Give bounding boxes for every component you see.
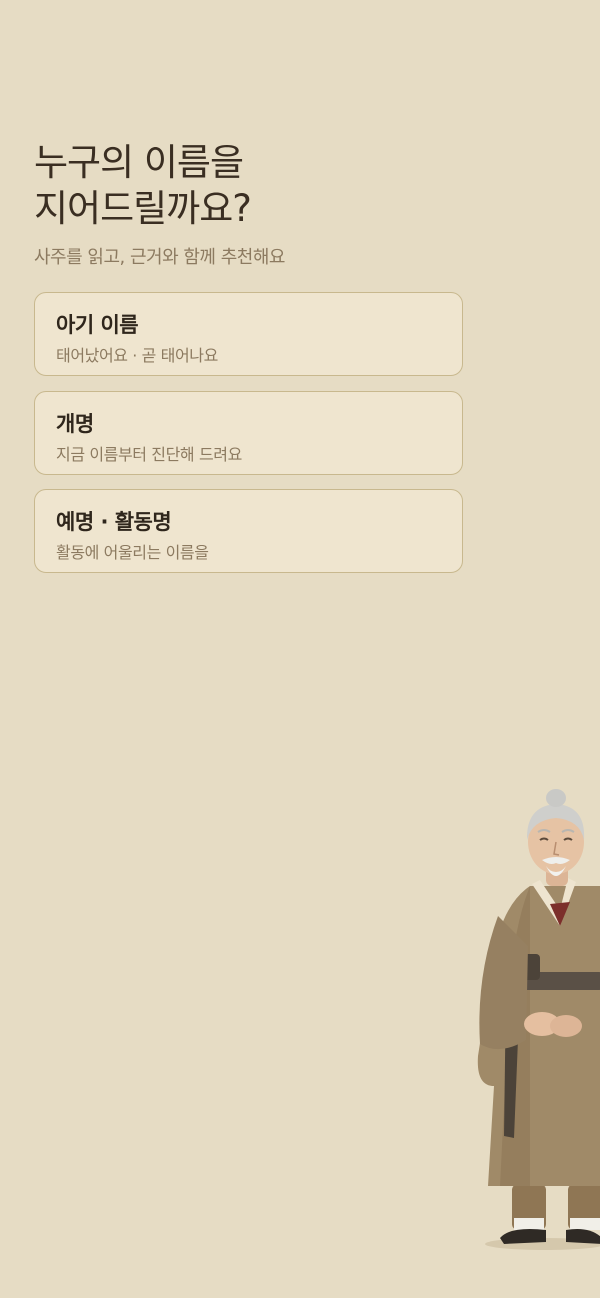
option-title: 아기 이름 bbox=[56, 313, 139, 337]
option-title: 예명 · 활동명 bbox=[56, 510, 172, 534]
option-description: 지금 이름부터 진단해 드려요 bbox=[56, 445, 242, 464]
naming-start-screen: 누구의 이름을 지어드릴까요? 사주를 읽고, 근거와 함께 추천해요 아기 이… bbox=[0, 0, 600, 1298]
page-title: 누구의 이름을 지어드릴까요? bbox=[34, 140, 252, 232]
option-rename-button[interactable]: 개명 지금 이름부터 진단해 드려요 bbox=[34, 391, 463, 475]
page-title-line-2: 지어드릴까요? bbox=[34, 187, 252, 230]
option-title: 개명 bbox=[56, 412, 94, 436]
option-description: 태어났어요 · 곧 태어나요 bbox=[56, 346, 218, 365]
page-subtitle: 사주를 읽고, 근거와 함께 추천해요 bbox=[34, 247, 285, 268]
option-stage-name-button[interactable]: 예명 · 활동명 활동에 어울리는 이름을 bbox=[34, 489, 463, 573]
elderly-sage-in-hanbok-icon bbox=[477, 789, 600, 1250]
page-title-line-1: 누구의 이름을 bbox=[34, 141, 244, 184]
option-baby-name-button[interactable]: 아기 이름 태어났어요 · 곧 태어나요 bbox=[34, 292, 463, 376]
option-description: 활동에 어울리는 이름을 bbox=[56, 543, 209, 562]
